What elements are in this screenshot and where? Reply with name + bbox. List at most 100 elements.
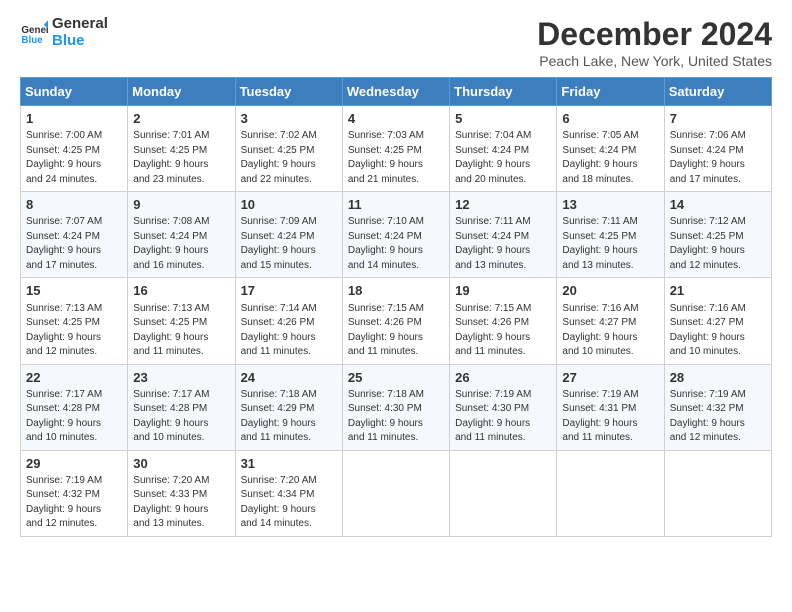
- col-header-thursday: Thursday: [450, 78, 557, 106]
- week-row-4: 22 Sunrise: 7:17 AMSunset: 4:28 PMDayligh…: [21, 364, 772, 450]
- day-number: 31: [241, 455, 337, 473]
- col-header-sunday: Sunday: [21, 78, 128, 106]
- week-row-5: 29Sunrise: 7:19 AMSunset: 4:32 PMDayligh…: [21, 450, 772, 536]
- day-number: 15: [26, 282, 122, 300]
- cell-1-6: 6Sunrise: 7:05 AMSunset: 4:24 PMDaylight…: [557, 106, 664, 192]
- cell-5-1: 29Sunrise: 7:19 AMSunset: 4:32 PMDayligh…: [21, 450, 128, 536]
- col-header-monday: Monday: [128, 78, 235, 106]
- cell-4-5: 26Sunrise: 7:19 AMSunset: 4:30 PMDayligh…: [450, 364, 557, 450]
- day-info: Sunrise: 7:02 AMSunset: 4:25 PMDaylight:…: [241, 129, 337, 187]
- cell-5-6: [557, 450, 664, 536]
- day-number: 23: [133, 369, 229, 387]
- cell-3-1: 15 Sunrise: 7:13 AMSunset: 4:25 PMDayligh…: [21, 278, 128, 364]
- day-info: Sunrise: 7:13 AMSunset: 4:25 PMDaylight:…: [26, 302, 122, 360]
- day-info: Sunrise: 7:01 AMSunset: 4:25 PMDaylight:…: [133, 129, 229, 187]
- day-info: Sunrise: 7:18 AMSunset: 4:30 PMDaylight:…: [348, 388, 444, 446]
- day-number: 8: [26, 196, 122, 214]
- day-info: Sunrise: 7:19 AMSunset: 4:31 PMDaylight:…: [562, 388, 658, 446]
- day-info: Sunrise: 7:05 AMSunset: 4:24 PMDaylight:…: [562, 129, 658, 187]
- day-number: 18: [348, 282, 444, 300]
- day-number: 20: [562, 282, 658, 300]
- cell-5-3: 31Sunrise: 7:20 AMSunset: 4:34 PMDayligh…: [235, 450, 342, 536]
- col-header-saturday: Saturday: [664, 78, 771, 106]
- cell-3-4: 18 Sunrise: 7:15 AMSunset: 4:26 PMDayligh…: [342, 278, 449, 364]
- day-info: Sunrise: 7:15 AMSunset: 4:26 PMDaylight:…: [348, 302, 444, 360]
- cell-1-3: 3Sunrise: 7:02 AMSunset: 4:25 PMDaylight…: [235, 106, 342, 192]
- day-info: Sunrise: 7:17 AMSunset: 4:28 PMDaylight:…: [133, 388, 229, 446]
- cell-1-4: 4Sunrise: 7:03 AMSunset: 4:25 PMDaylight…: [342, 106, 449, 192]
- logo: General Blue General Blue: [20, 16, 108, 49]
- cell-1-5: 5Sunrise: 7:04 AMSunset: 4:24 PMDaylight…: [450, 106, 557, 192]
- day-info: Sunrise: 7:03 AMSunset: 4:25 PMDaylight:…: [348, 129, 444, 187]
- cell-2-3: 10Sunrise: 7:09 AMSunset: 4:24 PMDayligh…: [235, 192, 342, 278]
- cell-2-2: 9Sunrise: 7:08 AMSunset: 4:24 PMDaylight…: [128, 192, 235, 278]
- day-info: Sunrise: 7:09 AMSunset: 4:24 PMDaylight:…: [241, 215, 337, 273]
- day-number: 7: [670, 110, 766, 128]
- day-info: Sunrise: 7:19 AMSunset: 4:32 PMDaylight:…: [670, 388, 766, 446]
- cell-3-6: 20 Sunrise: 7:16 AMSunset: 4:27 PMDayligh…: [557, 278, 664, 364]
- day-info: Sunrise: 7:20 AMSunset: 4:33 PMDaylight:…: [133, 474, 229, 532]
- day-info: Sunrise: 7:20 AMSunset: 4:34 PMDaylight:…: [241, 474, 337, 532]
- logo-general: General: [52, 16, 108, 33]
- day-info: Sunrise: 7:04 AMSunset: 4:24 PMDaylight:…: [455, 129, 551, 187]
- day-info: Sunrise: 7:00 AMSunset: 4:25 PMDaylight:…: [26, 129, 122, 187]
- day-number: 25: [348, 369, 444, 387]
- svg-text:Blue: Blue: [21, 34, 43, 45]
- day-info: Sunrise: 7:15 AMSunset: 4:26 PMDaylight:…: [455, 302, 551, 360]
- cell-5-2: 30Sunrise: 7:20 AMSunset: 4:33 PMDayligh…: [128, 450, 235, 536]
- calendar-table: SundayMondayTuesdayWednesdayThursdayFrid…: [20, 77, 772, 537]
- day-info: Sunrise: 7:07 AMSunset: 4:24 PMDaylight:…: [26, 215, 122, 273]
- day-number: 22: [26, 369, 122, 387]
- cell-5-4: [342, 450, 449, 536]
- cell-4-7: 28Sunrise: 7:19 AMSunset: 4:32 PMDayligh…: [664, 364, 771, 450]
- day-info: Sunrise: 7:08 AMSunset: 4:24 PMDaylight:…: [133, 215, 229, 273]
- day-number: 11: [348, 196, 444, 214]
- logo-icon: General Blue: [20, 19, 48, 47]
- day-info: Sunrise: 7:16 AMSunset: 4:27 PMDaylight:…: [562, 302, 658, 360]
- week-row-1: 1Sunrise: 7:00 AMSunset: 4:25 PMDaylight…: [21, 106, 772, 192]
- cell-3-2: 16 Sunrise: 7:13 AMSunset: 4:25 PMDayligh…: [128, 278, 235, 364]
- cell-2-5: 12Sunrise: 7:11 AMSunset: 4:24 PMDayligh…: [450, 192, 557, 278]
- day-info: Sunrise: 7:06 AMSunset: 4:24 PMDaylight:…: [670, 129, 766, 187]
- cell-5-5: [450, 450, 557, 536]
- cell-1-7: 7Sunrise: 7:06 AMSunset: 4:24 PMDaylight…: [664, 106, 771, 192]
- day-number: 2: [133, 110, 229, 128]
- day-number: 9: [133, 196, 229, 214]
- day-number: 26: [455, 369, 551, 387]
- day-number: 16: [133, 282, 229, 300]
- cell-2-6: 13Sunrise: 7:11 AMSunset: 4:25 PMDayligh…: [557, 192, 664, 278]
- day-info: Sunrise: 7:12 AMSunset: 4:25 PMDaylight:…: [670, 215, 766, 273]
- day-number: 3: [241, 110, 337, 128]
- day-number: 28: [670, 369, 766, 387]
- cell-4-6: 27Sunrise: 7:19 AMSunset: 4:31 PMDayligh…: [557, 364, 664, 450]
- cell-3-5: 19Sunrise: 7:15 AMSunset: 4:26 PMDayligh…: [450, 278, 557, 364]
- col-header-tuesday: Tuesday: [235, 78, 342, 106]
- day-info: Sunrise: 7:19 AMSunset: 4:30 PMDaylight:…: [455, 388, 551, 446]
- week-row-3: 15 Sunrise: 7:13 AMSunset: 4:25 PMDayligh…: [21, 278, 772, 364]
- cell-4-1: 22Sunrise: 7:17 AMSunset: 4:28 PMDayligh…: [21, 364, 128, 450]
- day-number: 13: [562, 196, 658, 214]
- day-info: Sunrise: 7:11 AMSunset: 4:25 PMDaylight:…: [562, 215, 658, 273]
- day-info: Sunrise: 7:13 AMSunset: 4:25 PMDaylight:…: [133, 302, 229, 360]
- cell-3-7: 21Sunrise: 7:16 AMSunset: 4:27 PMDayligh…: [664, 278, 771, 364]
- day-number: 24: [241, 369, 337, 387]
- day-number: 10: [241, 196, 337, 214]
- title-area: December 2024 Peach Lake, New York, Unit…: [537, 16, 772, 69]
- cell-4-3: 24Sunrise: 7:18 AMSunset: 4:29 PMDayligh…: [235, 364, 342, 450]
- main-title: December 2024: [537, 16, 772, 53]
- day-number: 1: [26, 110, 122, 128]
- cell-1-1: 1Sunrise: 7:00 AMSunset: 4:25 PMDaylight…: [21, 106, 128, 192]
- cell-1-2: 2Sunrise: 7:01 AMSunset: 4:25 PMDaylight…: [128, 106, 235, 192]
- day-info: Sunrise: 7:18 AMSunset: 4:29 PMDaylight:…: [241, 388, 337, 446]
- col-header-friday: Friday: [557, 78, 664, 106]
- day-number: 6: [562, 110, 658, 128]
- day-number: 5: [455, 110, 551, 128]
- day-number: 27: [562, 369, 658, 387]
- day-info: Sunrise: 7:10 AMSunset: 4:24 PMDaylight:…: [348, 215, 444, 273]
- day-info: Sunrise: 7:11 AMSunset: 4:24 PMDaylight:…: [455, 215, 551, 273]
- cell-2-4: 11Sunrise: 7:10 AMSunset: 4:24 PMDayligh…: [342, 192, 449, 278]
- logo-blue: Blue: [52, 33, 108, 50]
- week-row-2: 8Sunrise: 7:07 AMSunset: 4:24 PMDaylight…: [21, 192, 772, 278]
- cell-3-3: 17Sunrise: 7:14 AMSunset: 4:26 PMDayligh…: [235, 278, 342, 364]
- day-number: 29: [26, 455, 122, 473]
